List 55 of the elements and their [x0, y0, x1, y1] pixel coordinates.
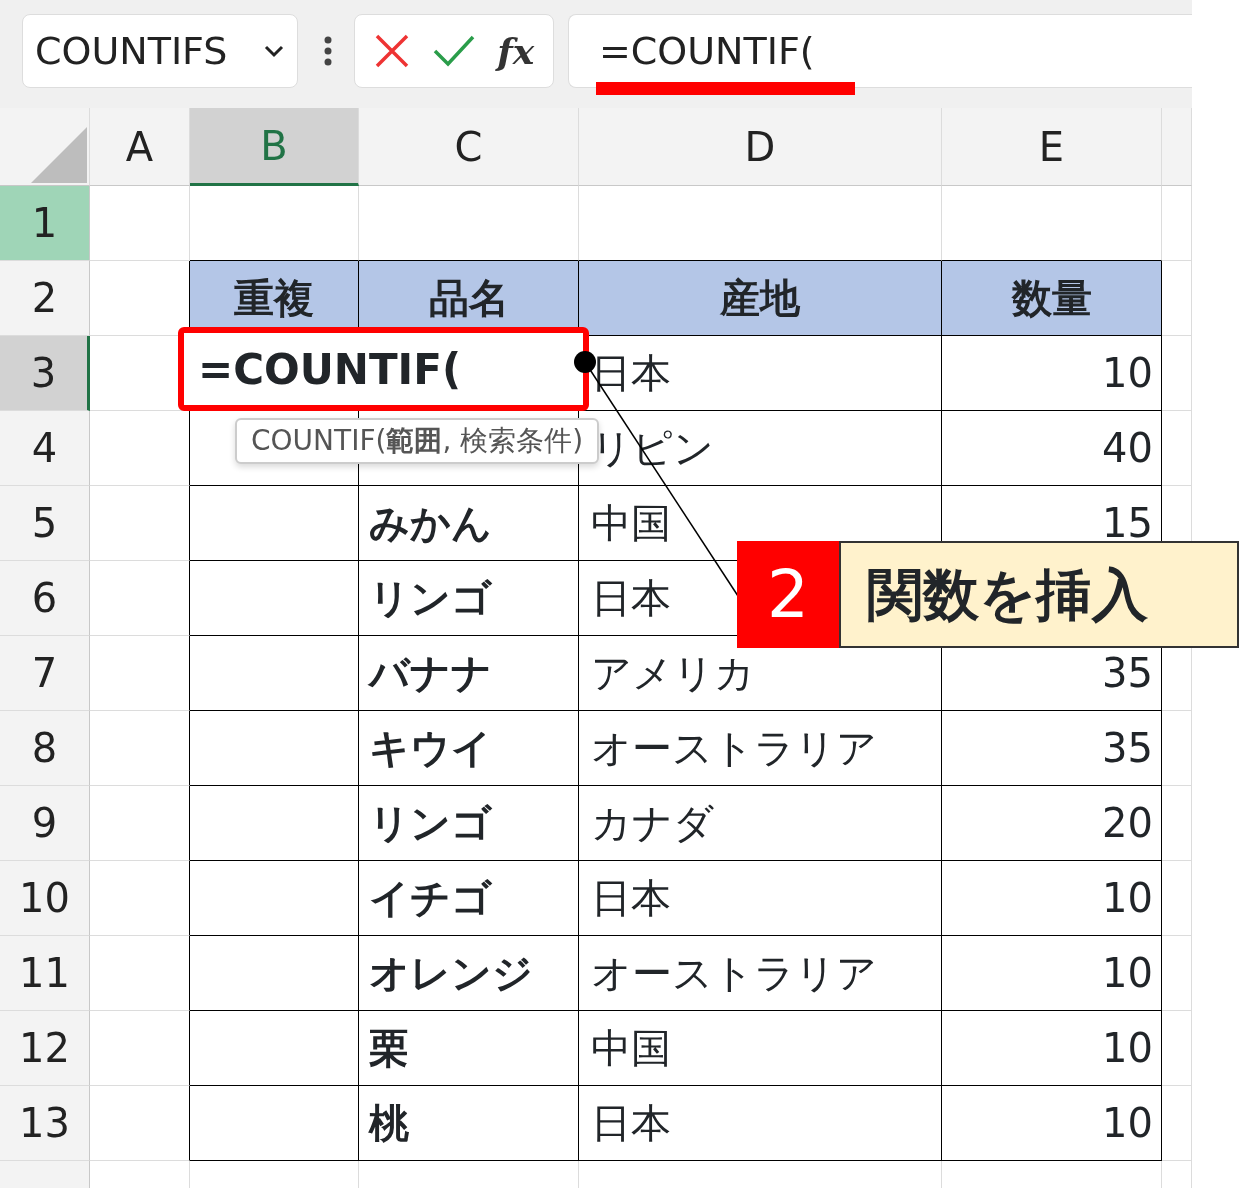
more-options-icon[interactable] — [324, 36, 332, 66]
column-header[interactable]: C — [359, 108, 579, 186]
table-cell: 日本 — [579, 861, 942, 936]
row-header[interactable]: 8 — [0, 711, 90, 786]
table-cell: 桃 — [359, 1086, 579, 1161]
name-box-value: COUNTIFS — [35, 27, 228, 75]
table-cell: オーストラリア — [579, 711, 942, 786]
table-cell: 10 — [942, 1086, 1162, 1161]
check-icon[interactable] — [431, 34, 476, 68]
row-header[interactable]: 9 — [0, 786, 90, 861]
row-header[interactable]: 2 — [0, 261, 90, 336]
column-header[interactable]: D — [579, 108, 942, 186]
step-number: 2 — [737, 541, 839, 648]
table-cell: 20 — [942, 786, 1162, 861]
row-header[interactable]: 7 — [0, 636, 90, 711]
header-cell: 数量 — [942, 261, 1162, 336]
row-header[interactable]: 10 — [0, 861, 90, 936]
name-box[interactable]: COUNTIFS — [22, 14, 298, 88]
row-header[interactable]: 6 — [0, 561, 90, 636]
row-header[interactable]: 4 — [0, 411, 90, 486]
table-cell: カナダ — [579, 786, 942, 861]
row-header[interactable]: 5 — [0, 486, 90, 561]
cancel-icon[interactable] — [373, 33, 410, 69]
row-header[interactable]: 11 — [0, 936, 90, 1011]
table-cell: みかん — [359, 486, 579, 561]
active-cell-input[interactable]: =COUNTIF( — [178, 327, 589, 411]
table-cell: バナナ — [359, 636, 579, 711]
table-cell: 栗 — [359, 1011, 579, 1086]
table-cell: オレンジ — [359, 936, 579, 1011]
row-header[interactable]: 12 — [0, 1011, 90, 1086]
table-cell: リンゴ — [359, 561, 579, 636]
table-cell: リンゴ — [359, 786, 579, 861]
header-cell: 産地 — [579, 261, 942, 336]
table-cell: キウイ — [359, 711, 579, 786]
column-header[interactable]: A — [90, 108, 190, 186]
table-cell: 中国 — [579, 1011, 942, 1086]
table-cell: 10 — [942, 936, 1162, 1011]
row-header[interactable]: 13 — [0, 1086, 90, 1161]
insert-function-button[interactable]: fx — [497, 24, 535, 78]
table-cell: 10 — [942, 861, 1162, 936]
table-cell: 10 — [942, 1011, 1162, 1086]
table-cell: オーストラリア — [579, 936, 942, 1011]
table-cell: 40 — [942, 411, 1162, 486]
chevron-down-icon[interactable] — [263, 44, 285, 58]
table-cell: 日本 — [579, 1086, 942, 1161]
table-cell: イチゴ — [359, 861, 579, 936]
formula-input[interactable]: =COUNTIF( — [568, 14, 1192, 88]
table-cell: 35 — [942, 711, 1162, 786]
column-header[interactable]: E — [942, 108, 1162, 186]
column-header[interactable]: B — [190, 108, 359, 186]
row-header[interactable]: 1 — [0, 186, 90, 261]
row-header[interactable]: 3 — [0, 336, 90, 411]
function-tooltip: COUNTIF(範囲, 検索条件) — [235, 418, 600, 464]
callout-label: 関数を挿入 — [839, 541, 1239, 648]
table-cell: 10 — [942, 336, 1162, 411]
